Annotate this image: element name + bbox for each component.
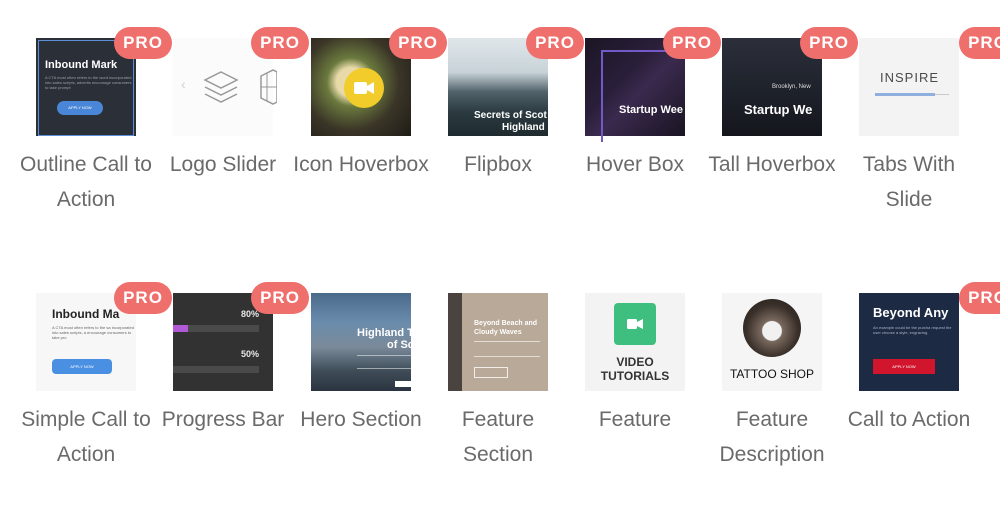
widget-label: Hero Section <box>300 408 422 431</box>
widget-hover-box[interactable]: Startup Wee PRO Hover Box <box>585 27 721 176</box>
pro-badge: PRO <box>800 27 858 59</box>
progress-track-1 <box>173 325 259 332</box>
thumb-caption: Startup We <box>744 102 813 117</box>
pro-badge: PRO <box>959 282 1000 314</box>
widget-label: Feature <box>598 408 672 431</box>
widget-thumbnail: 80% 50% PRO <box>173 282 309 391</box>
widget-label: Icon Hoverbox <box>293 153 429 176</box>
thumb-body-lines <box>357 355 411 369</box>
thumb-dark-strip <box>448 293 462 391</box>
widget-feature-section[interactable]: Beyond Beach and Cloudy Waves Feature Se… <box>448 293 568 466</box>
thumb-caption-2: Highland <box>502 122 545 133</box>
widget-thumbnail: Highland T of Scot <box>311 293 411 391</box>
thumb-caption: Highland T <box>357 327 411 339</box>
widget-grid: Inbound Mark A CTA most often refers to … <box>0 0 1000 528</box>
pro-badge: PRO <box>114 27 172 59</box>
widget-thumbnail: INSPIRE PRO <box>859 27 1000 136</box>
widget-thumbnail: Beyond Beach and Cloudy Waves <box>448 293 548 391</box>
thumb-small-text: Brooklyn, New <box>772 84 811 90</box>
pro-badge: PRO <box>663 27 721 59</box>
widget-outline-call-to-action[interactable]: Inbound Mark A CTA most often refers to … <box>20 27 172 211</box>
thumb-tab-active-bar <box>875 93 935 96</box>
widget-label: Hover Box <box>585 153 685 176</box>
thumb-heading: Inbound Mark <box>45 59 118 71</box>
widget-simple-call-to-action[interactable]: Inbound Ma A CTA most often refers to th… <box>21 282 172 466</box>
thumb-button <box>395 381 411 387</box>
progress-track-2 <box>173 366 259 373</box>
thumb-caption: INSPIRE <box>880 70 940 85</box>
pro-badge: PRO <box>526 27 584 59</box>
thumb-button <box>474 367 508 378</box>
thumb-photo-circle <box>743 299 801 357</box>
thumb-apply-button: APPLY NOW <box>52 359 112 374</box>
widget-icon-hoverbox[interactable]: PRO Icon Hoverbox <box>293 27 447 176</box>
widget-label: Logo Slider <box>169 153 277 176</box>
thumb-body: A CTA most often refers to the sa incorp… <box>52 325 134 340</box>
widget-thumbnail: Inbound Mark A CTA most often refers to … <box>36 27 172 136</box>
thumb-caption: TATTOO SHOP <box>729 367 814 381</box>
widget-label: Feature Section <box>461 408 535 466</box>
thumb-body: An example could be the purcha request t… <box>873 325 952 335</box>
pro-badge: PRO <box>389 27 447 59</box>
widget-thumbnail: Brooklyn, New Startup We PRO <box>722 27 858 136</box>
pro-badge: PRO <box>251 27 309 59</box>
thumb-arrow: ‹ <box>181 76 186 92</box>
widget-thumbnail: Inbound Ma A CTA most often refers to th… <box>36 282 172 391</box>
layers-logo-icon <box>203 71 239 103</box>
widget-label: Feature Description <box>719 408 825 466</box>
thumb-body-lines <box>474 341 540 357</box>
cube-logo-icon <box>260 69 277 105</box>
progress-value-2: 50% <box>241 349 260 359</box>
widget-flipbox[interactable]: Secrets of Scot Highland PRO Flipbox <box>448 27 584 176</box>
thumb-caption: Startup Wee <box>619 104 683 116</box>
thumb-heading: Inbound Ma <box>52 307 120 321</box>
widget-tall-hoverbox[interactable]: Brooklyn, New Startup We PRO Tall Hoverb… <box>708 27 858 176</box>
widget-thumbnail: TATTOO SHOP <box>722 293 822 391</box>
thumb-apply-button: APPLY NOW <box>873 359 935 374</box>
thumb-caption: VIDEO TUTORIALS <box>600 355 670 383</box>
widget-thumbnail: Startup Wee PRO <box>585 27 721 142</box>
pro-badge: PRO <box>251 282 309 314</box>
widget-call-to-action[interactable]: Beyond Any An example could be the purch… <box>848 282 1000 431</box>
pro-badge: PRO <box>959 27 1000 59</box>
widget-thumbnail: ‹ PRO <box>173 27 309 136</box>
widget-label: Simple Call to Action <box>21 408 151 466</box>
thumb-frame <box>601 50 687 142</box>
thumb-heading: Beyond Any <box>873 305 949 320</box>
widget-label: Call to Action <box>847 408 971 431</box>
widget-thumbnail: VIDEO TUTORIALS <box>585 293 685 391</box>
widget-tabs-with-slide[interactable]: INSPIRE PRO Tabs With Slide <box>859 27 1000 211</box>
video-camera-icon <box>354 82 374 94</box>
widget-label: Progress Bar <box>161 408 285 431</box>
widget-label: Tall Hoverbox <box>708 153 836 176</box>
widget-label: Outline Call to Action <box>20 153 152 211</box>
widget-thumbnail: Secrets of Scot Highland PRO <box>448 27 584 136</box>
widget-logo-slider[interactable]: ‹ PRO Logo Slider <box>170 27 309 176</box>
thumb-apply-button: APPLY NOW <box>57 101 103 115</box>
widget-label: Flipbox <box>464 153 532 176</box>
widget-thumbnail: Beyond Any An example could be the purch… <box>859 282 1000 391</box>
thumb-caption: Secrets of Scot <box>474 110 547 121</box>
pro-badge: PRO <box>114 282 172 314</box>
widget-thumbnail: PRO <box>311 27 447 136</box>
widget-feature-description[interactable]: TATTOO SHOP Feature Description <box>719 293 842 466</box>
thumb-caption: Beyond Beach and Cloudy Waves <box>474 320 538 336</box>
widget-feature[interactable]: VIDEO TUTORIALS Feature <box>585 293 705 431</box>
video-camera-icon <box>627 319 643 329</box>
widget-label: Tabs With Slide <box>862 153 956 211</box>
widget-hero-section[interactable]: Highland T of Scot Hero Section <box>300 293 431 431</box>
thumb-caption-2: of Scot <box>387 339 411 351</box>
widget-progress-bar[interactable]: 80% 50% PRO Progress Bar <box>162 282 309 431</box>
thumb-body: A CTA most often refers to the word inco… <box>45 75 132 90</box>
progress-fill-1 <box>173 325 189 332</box>
